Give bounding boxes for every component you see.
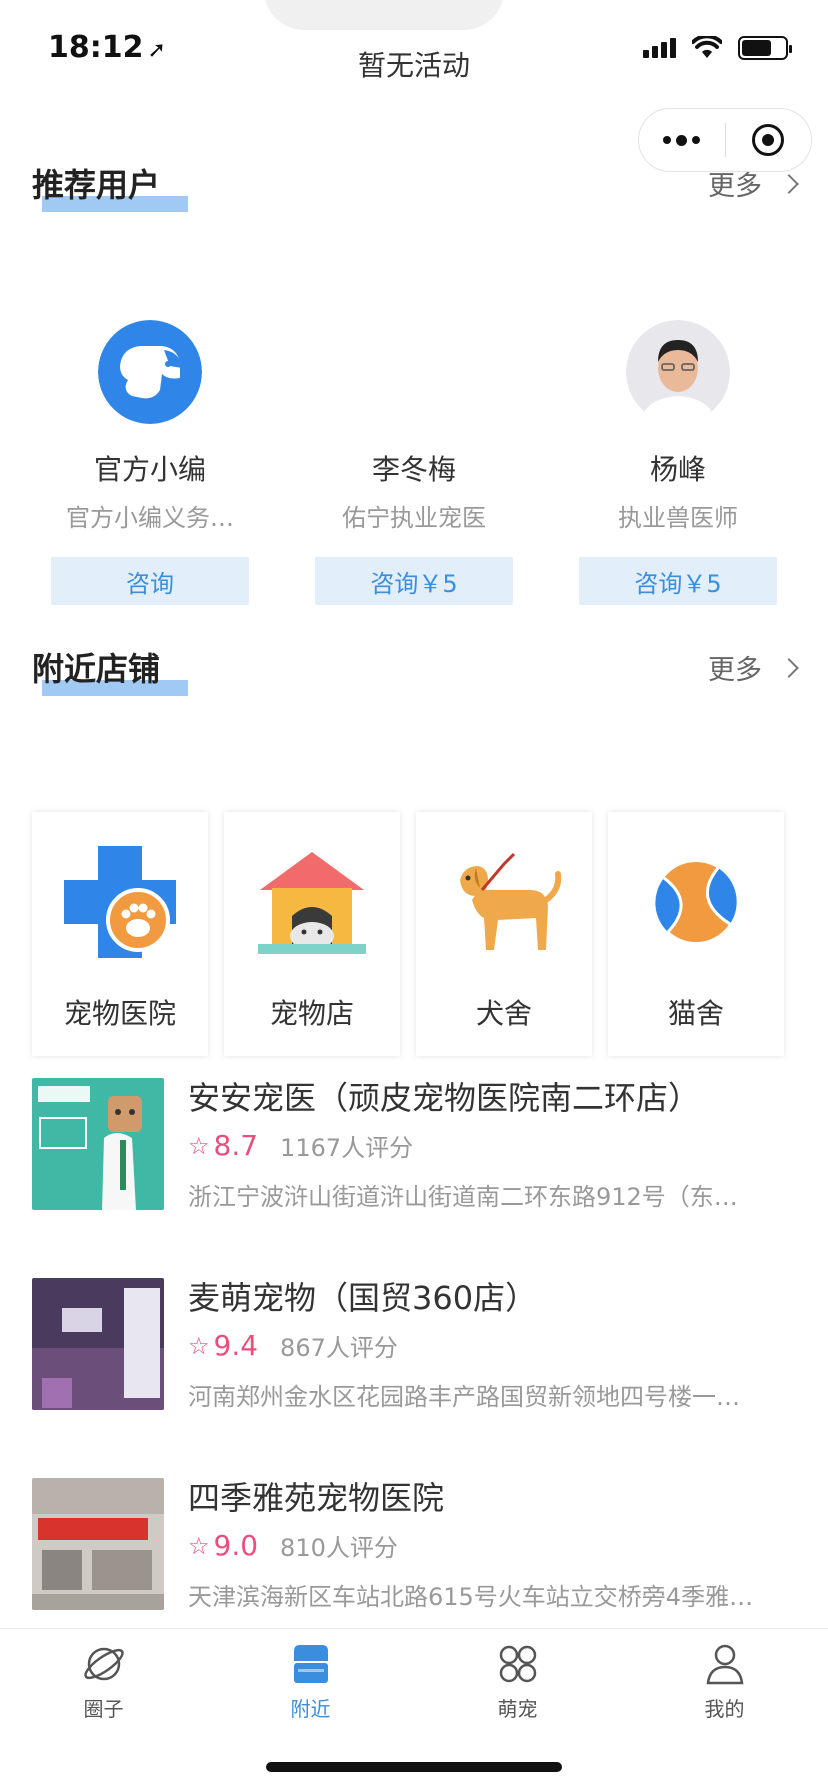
star-outline-icon: ☆ xyxy=(188,1131,210,1160)
store-icon xyxy=(293,1645,328,1683)
user-description: 官方小编义务… xyxy=(66,504,234,532)
shop-name: 四季雅苑宠物医院 xyxy=(188,1479,445,1517)
more-label: 更多 xyxy=(708,171,762,202)
status-bar: 18:12 ➚ 暂无活动 xyxy=(0,0,828,96)
user-name: 官方小编 xyxy=(93,453,206,486)
category-label: 猫舍 xyxy=(667,997,724,1030)
section-title: 推荐用户 xyxy=(32,166,161,204)
target-icon xyxy=(752,124,785,156)
consult-button[interactable]: 咨询￥5 xyxy=(579,557,777,605)
pet-hospital-icon xyxy=(64,846,176,958)
rating-score: 9.4 xyxy=(213,1329,259,1362)
tab-pets[interactable]: 萌宠 xyxy=(414,1629,621,1729)
category-label: 宠物医院 xyxy=(63,997,176,1030)
pet-shop-icon xyxy=(258,852,366,954)
chevron-right-icon xyxy=(779,657,799,678)
shop-photo xyxy=(32,1078,164,1210)
user-name: 杨峰 xyxy=(649,453,706,486)
more-label: 更多 xyxy=(708,655,762,686)
category-grid: 宠物医院 宠物店 犬舍 猫舍 xyxy=(32,812,784,1056)
planet-icon xyxy=(83,1647,124,1681)
section-title: 附近店铺 xyxy=(32,650,161,688)
review-count: 867人评分 xyxy=(280,1334,398,1362)
shop-rating: ☆ 9.0 810人评分 xyxy=(188,1528,796,1563)
grid-icon xyxy=(499,1645,536,1683)
tab-circle[interactable]: 圈子 xyxy=(0,1629,207,1729)
review-count: 1167人评分 xyxy=(280,1134,414,1162)
avatar[interactable] xyxy=(626,320,730,424)
star-outline-icon: ☆ xyxy=(188,1331,210,1360)
cellular-signal-icon xyxy=(643,38,676,58)
nearby-shops-header: 附近店铺 更多 xyxy=(32,644,799,704)
shop-address: 浙江宁波浒山街道浒山街道南二环东路912号（东… xyxy=(188,1183,738,1211)
review-count: 810人评分 xyxy=(280,1534,398,1562)
recommended-users-header: 推荐用户 更多 xyxy=(32,160,799,220)
consult-button[interactable]: 咨询￥5 xyxy=(315,557,513,605)
tab-mine[interactable]: 我的 xyxy=(621,1629,828,1729)
chevron-right-icon xyxy=(779,173,799,194)
user-description: 执业兽医师 xyxy=(618,504,738,532)
recommended-users-list: 官方小编 官方小编义务… 咨询 李冬梅 佑宁执业宠医 咨询￥5 杨峰 执业兽医师… xyxy=(22,320,806,605)
person-icon xyxy=(706,1644,743,1685)
user-photo xyxy=(626,320,730,424)
shop-list: 安安宠医（顽皮宠物医院南二环店） ☆ 8.7 1167人评分 浙江宁波浒山街道浒… xyxy=(32,1078,796,1678)
star-outline-icon: ☆ xyxy=(188,1531,210,1560)
user-name: 李冬梅 xyxy=(371,453,456,486)
user-card[interactable]: 杨峰 执业兽医师 咨询￥5 xyxy=(550,320,806,605)
tab-bar: 圈子 附近 萌宠 我的 xyxy=(0,1628,828,1792)
nearby-more-link[interactable]: 更多 xyxy=(708,648,799,687)
avatar[interactable] xyxy=(98,320,202,424)
category-pet-hospital[interactable]: 宠物医院 xyxy=(32,812,208,1056)
rating-score: 9.0 xyxy=(213,1529,259,1562)
wifi-icon xyxy=(692,36,722,58)
battery-icon xyxy=(738,36,792,60)
category-cattery[interactable]: 猫舍 xyxy=(608,812,784,1056)
dog-logo-icon xyxy=(98,320,202,424)
home-indicator[interactable] xyxy=(266,1762,562,1772)
status-icons xyxy=(643,36,792,60)
cattery-icon xyxy=(655,862,737,942)
more-dots-icon xyxy=(663,134,701,146)
tab-label: 萌宠 xyxy=(497,1697,538,1721)
shop-item[interactable]: 麦萌宠物（国贸360店） ☆ 9.4 867人评分 河南郑州金水区花园路丰产路国… xyxy=(32,1278,796,1478)
shop-photo xyxy=(32,1278,164,1410)
shop-address: 天津滨海新区车站北路615号火车站立交桥旁4季雅… xyxy=(188,1583,754,1611)
rating-score: 8.7 xyxy=(213,1129,259,1162)
tab-nearby[interactable]: 附近 xyxy=(207,1629,414,1729)
category-pet-shop[interactable]: 宠物店 xyxy=(224,812,400,1056)
user-card[interactable]: 李冬梅 佑宁执业宠医 咨询￥5 xyxy=(286,320,542,605)
dog-kennel-icon xyxy=(460,852,562,950)
banner-edge xyxy=(264,0,504,30)
tab-label: 圈子 xyxy=(83,1697,124,1721)
shop-address: 河南郑州金水区花园路丰产路国贸新领地四号楼一… xyxy=(188,1383,740,1411)
shop-name: 麦萌宠物（国贸360店） xyxy=(188,1279,538,1317)
category-label: 宠物店 xyxy=(269,997,354,1030)
recommended-more-link[interactable]: 更多 xyxy=(708,164,799,203)
shop-item[interactable]: 安安宠医（顽皮宠物医院南二环店） ☆ 8.7 1167人评分 浙江宁波浒山街道浒… xyxy=(32,1078,796,1278)
user-description: 佑宁执业宠医 xyxy=(342,504,486,532)
shop-rating: ☆ 8.7 1167人评分 xyxy=(188,1128,796,1163)
user-card[interactable]: 官方小编 官方小编义务… 咨询 xyxy=(22,320,278,605)
tab-label: 我的 xyxy=(704,1697,745,1721)
shop-photo xyxy=(32,1478,164,1610)
consult-button[interactable]: 咨询 xyxy=(51,557,249,605)
category-dog-kennel[interactable]: 犬舍 xyxy=(416,812,592,1056)
shop-thumbnail xyxy=(32,1478,164,1610)
shop-thumbnail xyxy=(32,1278,164,1410)
shop-rating: ☆ 9.4 867人评分 xyxy=(188,1328,796,1363)
shop-name: 安安宠医（顽皮宠物医院南二环店） xyxy=(188,1079,701,1117)
shop-info: 麦萌宠物（国贸360店） ☆ 9.4 867人评分 河南郑州金水区花园路丰产路国… xyxy=(188,1278,796,1478)
shop-thumbnail xyxy=(32,1078,164,1210)
tab-label: 附近 xyxy=(290,1697,331,1721)
shop-info: 安安宠医（顽皮宠物医院南二环店） ☆ 8.7 1167人评分 浙江宁波浒山街道浒… xyxy=(188,1078,796,1278)
category-label: 犬舍 xyxy=(475,997,532,1030)
